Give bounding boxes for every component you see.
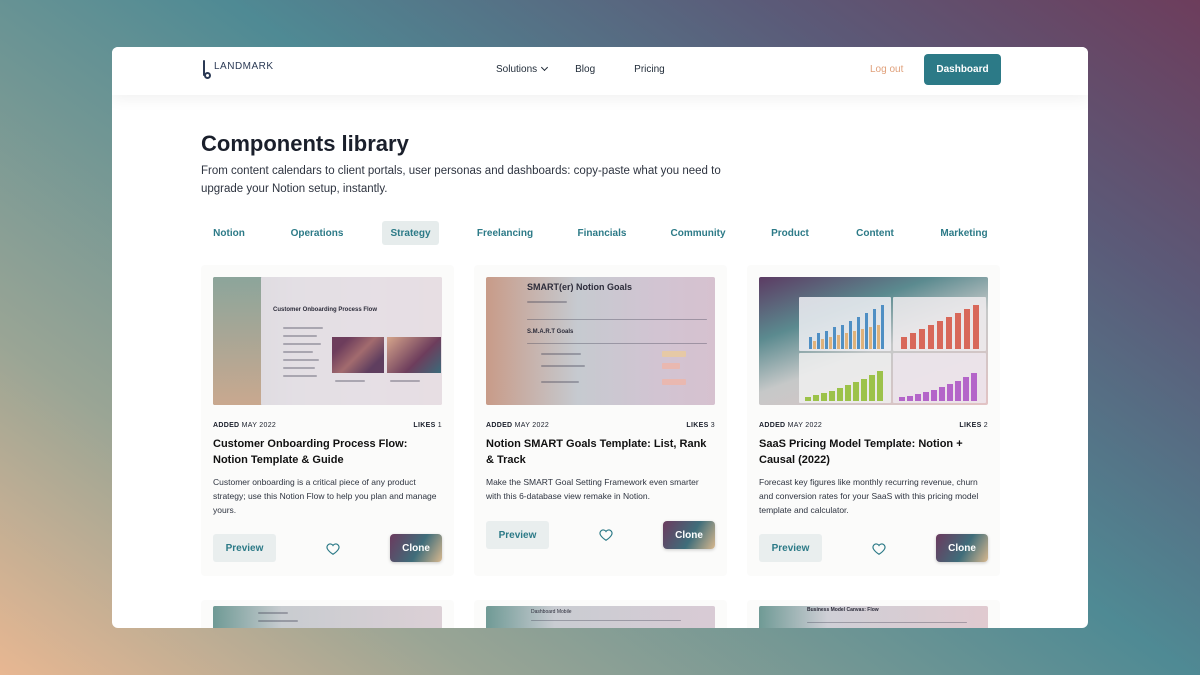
top-navbar: LANDMARK Solutions Blog Pricing Log out … [112, 47, 1088, 95]
nav-solutions[interactable]: Solutions [496, 63, 549, 75]
card-thumbnail[interactable]: Business Model Canvas: Flow [759, 606, 988, 628]
tab-product[interactable]: Product [763, 221, 817, 245]
card-description: Make the SMART Goal Setting Framework ev… [486, 477, 699, 501]
page-description: From content calendars to client portals… [201, 165, 721, 195]
template-card: Customer Onboarding Process Flow ADDED M… [201, 265, 454, 576]
likes-count: LIKES 1 [413, 422, 442, 429]
card-meta: ADDED MAY 2022 LIKES 2 [759, 422, 988, 429]
logo-mark-icon [201, 60, 213, 80]
added-date: ADDED MAY 2022 [759, 422, 823, 429]
logo-text: LANDMARK [214, 61, 274, 72]
thumb-title: Customer Onboarding Process Flow [273, 307, 378, 313]
card-thumbnail[interactable] [213, 606, 442, 628]
nav-links: Solutions Blog Pricing [496, 63, 665, 75]
template-card: Dashboard Mobile [474, 600, 727, 628]
tab-notion[interactable]: Notion [201, 221, 257, 245]
added-date: ADDED MAY 2022 [486, 422, 550, 429]
tab-financials[interactable]: Financials [571, 221, 633, 245]
category-tabs: Notion Operations Strategy Freelancing F… [201, 221, 1001, 245]
tab-operations[interactable]: Operations [283, 221, 351, 245]
card-meta: ADDED MAY 2022 LIKES 1 [213, 422, 442, 429]
tab-strategy[interactable]: Strategy [382, 221, 439, 245]
logout-link[interactable]: Log out [870, 64, 903, 75]
thumb-charts [805, 305, 979, 401]
card-title[interactable]: SaaS Pricing Model Template: Notion + Ca… [759, 436, 988, 468]
card-thumbnail[interactable]: SMART(er) Notion Goals S.M.A.R.T Goals [486, 277, 715, 405]
card-title[interactable]: Notion SMART Goals Template: List, Rank … [486, 436, 715, 468]
heart-icon[interactable] [326, 542, 340, 556]
template-card: ADDED MAY 2022 LIKES 2 SaaS Pricing Mode… [747, 265, 1000, 576]
likes-count: LIKES 2 [959, 422, 988, 429]
card-description: Customer onboarding is a critical piece … [213, 477, 437, 515]
nav-solutions-label: Solutions [496, 64, 538, 75]
heart-icon[interactable] [872, 542, 886, 556]
thumb-title: Dashboard Mobile [531, 609, 572, 615]
card-title[interactable]: Customer Onboarding Process Flow: Notion… [213, 436, 442, 468]
clone-button[interactable]: Clone [390, 534, 442, 562]
tab-freelancing[interactable]: Freelancing [471, 221, 539, 245]
page-title: Components library [201, 131, 409, 156]
clone-button[interactable]: Clone [663, 521, 715, 549]
tab-marketing[interactable]: Marketing [933, 221, 995, 245]
thumb-title: SMART(er) Notion Goals [527, 282, 632, 292]
card-meta: ADDED MAY 2022 LIKES 3 [486, 422, 715, 429]
tab-community[interactable]: Community [665, 221, 731, 245]
thumb-subtitle: S.M.A.R.T Goals [527, 329, 574, 335]
card-description: Forecast key figures like monthly recurr… [759, 477, 979, 515]
landmark-logo[interactable]: LANDMARK [201, 60, 274, 80]
nav-blog[interactable]: Blog [575, 64, 595, 75]
dashboard-button[interactable]: Dashboard [924, 54, 1001, 85]
likes-count: LIKES 3 [686, 422, 715, 429]
template-card: SMART(er) Notion Goals S.M.A.R.T Goals A… [474, 265, 727, 576]
tab-content[interactable]: Content [849, 221, 901, 245]
added-date: ADDED MAY 2022 [213, 422, 277, 429]
preview-button[interactable]: Preview [486, 521, 549, 549]
card-thumbnail[interactable] [759, 277, 988, 405]
preview-button[interactable]: Preview [213, 534, 276, 562]
template-card [201, 600, 454, 628]
chevron-down-icon [541, 63, 549, 72]
nav-pricing[interactable]: Pricing [634, 64, 665, 75]
clone-button[interactable]: Clone [936, 534, 988, 562]
heart-icon[interactable] [599, 528, 613, 542]
thumb-title: Business Model Canvas: Flow [807, 607, 879, 613]
card-thumbnail[interactable]: Dashboard Mobile [486, 606, 715, 628]
template-card: Business Model Canvas: Flow [747, 600, 1000, 628]
preview-button[interactable]: Preview [759, 534, 822, 562]
browser-window: LANDMARK Solutions Blog Pricing Log out … [112, 47, 1088, 628]
card-thumbnail[interactable]: Customer Onboarding Process Flow [213, 277, 442, 405]
